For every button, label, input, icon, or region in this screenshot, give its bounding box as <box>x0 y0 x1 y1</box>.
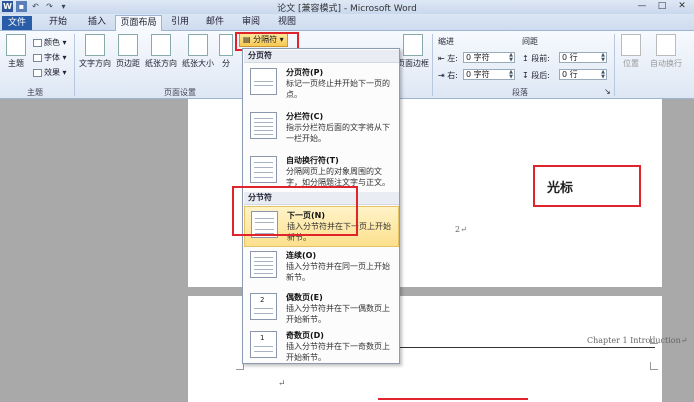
spin-arrows-icon[interactable]: ▲ ▼ <box>601 70 605 80</box>
indent-right-label: ⇥ 右: <box>438 71 458 80</box>
position-button[interactable]: 位置 <box>618 34 644 69</box>
page-size-button[interactable]: 纸张大小 <box>181 34 215 69</box>
indent-left-input[interactable]: 0 字符 ▲ ▼ <box>463 52 515 63</box>
spin-arrows-icon[interactable]: ▲ ▼ <box>509 70 513 80</box>
group-label-page-setup: 页面设置 <box>164 88 196 97</box>
menu-item-even-page[interactable]: 2 偶数页(E) 插入分节符并在下一偶数页上开始新节。 <box>244 289 399 327</box>
effects-button[interactable]: 效果 ▾ <box>33 67 67 78</box>
group-label-paragraph: 段落 <box>512 88 528 97</box>
spacing-before-label: ↥ 段前: <box>522 54 550 63</box>
tab-file[interactable]: 文件 <box>2 16 32 30</box>
cursor-annotation-label: 光标 <box>547 181 574 196</box>
even-page-break-icon: 2 <box>250 293 277 320</box>
window-controls: — □ ✕ <box>632 0 692 13</box>
spacing-label: 间距 <box>522 37 538 46</box>
crop-mark <box>650 362 658 370</box>
cursor-annotation-box: 光标 <box>533 165 641 207</box>
themes-icon <box>6 34 26 56</box>
effects-icon <box>33 68 42 77</box>
page-breaks-header: 分页符 <box>244 50 399 63</box>
text-direction-button[interactable]: 文字方向 <box>78 34 112 69</box>
page-borders-button[interactable]: 页面边框 <box>396 34 430 69</box>
group-separator <box>614 34 615 96</box>
indent-right-input[interactable]: 0 字符 ▲ ▼ <box>463 69 515 80</box>
spin-arrows-icon[interactable]: ▲ ▼ <box>601 53 605 63</box>
tab-home[interactable]: 开始 <box>40 15 76 31</box>
minimize-button[interactable]: — <box>632 0 652 13</box>
tab-insert[interactable]: 插入 <box>80 15 114 31</box>
page-size-icon <box>188 34 208 56</box>
paragraph-dialog-launcher-icon[interactable]: ↘ <box>604 87 611 96</box>
tab-review[interactable]: 审阅 <box>236 15 266 31</box>
odd-page-break-icon: 1 <box>250 331 277 358</box>
spacing-after-input[interactable]: 0 行 ▲ ▼ <box>559 69 607 80</box>
columns-button[interactable]: 分 <box>218 34 234 69</box>
group-separator <box>74 34 75 96</box>
menu-item-page-break[interactable]: 分页符(P) 标记一页终止并开始下一页的点。 <box>244 64 399 108</box>
tab-references[interactable]: 引用 <box>165 15 195 31</box>
wrap-text-icon <box>656 34 676 56</box>
page-break-icon <box>250 68 277 95</box>
colors-button[interactable]: 颜色 ▾ <box>33 37 67 48</box>
tab-mailings[interactable]: 邮件 <box>200 15 230 31</box>
spacing-after-label: ↧ 段后: <box>522 71 550 80</box>
ribbon-tabs: 文件 开始 插入 页面布局 引用 邮件 审阅 视图 <box>0 14 694 31</box>
columns-icon <box>219 34 233 56</box>
position-icon <box>621 34 641 56</box>
red-box-edge <box>378 398 528 400</box>
fonts-icon <box>33 53 42 62</box>
wrap-text-button[interactable]: 自动换行 <box>646 34 686 69</box>
themes-button[interactable]: 主题 <box>4 34 28 69</box>
indent-left-label: ⇤ 左: <box>438 54 458 63</box>
title-bar: W ▪ ↶ ↷ ▾ 论文 [兼容模式] - Microsoft Word — □… <box>0 0 694 14</box>
margins-icon <box>118 34 138 56</box>
tab-page-layout[interactable]: 页面布局 <box>115 15 162 31</box>
maximize-button[interactable]: □ <box>652 0 672 13</box>
fonts-button[interactable]: 字体 ▾ <box>33 52 67 63</box>
indent-label: 缩进 <box>438 37 454 46</box>
header-rule <box>400 347 655 348</box>
continuous-break-icon <box>250 251 277 278</box>
group-label-theme: 主题 <box>27 88 43 97</box>
page-borders-icon <box>403 34 423 56</box>
menu-item-column-break[interactable]: 分栏符(C) 指示分栏符后面的文字将从下一栏开始。 <box>244 108 399 152</box>
menu-item-odd-page[interactable]: 1 奇数页(D) 插入分节符并在下一奇数页上开始新节。 <box>244 327 399 363</box>
running-header: Chapter 1 Introduction↵ <box>587 336 688 345</box>
text-wrapping-break-icon <box>250 156 277 183</box>
crop-mark <box>650 336 658 344</box>
text-direction-icon <box>85 34 105 56</box>
window-title: 论文 [兼容模式] - Microsoft Word <box>277 4 417 14</box>
colors-icon <box>33 38 42 47</box>
orientation-button[interactable]: 纸张方向 <box>144 34 178 69</box>
group-separator <box>432 34 433 96</box>
next-page-highlight-box <box>232 186 358 236</box>
spacing-before-input[interactable]: 0 行 ▲ ▼ <box>559 52 607 63</box>
paragraph-mark: ↵ <box>278 379 286 389</box>
close-button[interactable]: ✕ <box>672 0 692 13</box>
menu-item-continuous[interactable]: 连续(O) 插入分节符并在同一页上开始新节。 <box>244 247 399 289</box>
margins-button[interactable]: 页边距 <box>115 34 141 69</box>
spin-arrows-icon[interactable]: ▲ ▼ <box>509 53 513 63</box>
page-number: 2↵ <box>455 225 467 234</box>
tab-view[interactable]: 视图 <box>272 15 302 31</box>
orientation-icon <box>151 34 171 56</box>
column-break-icon <box>250 112 277 139</box>
